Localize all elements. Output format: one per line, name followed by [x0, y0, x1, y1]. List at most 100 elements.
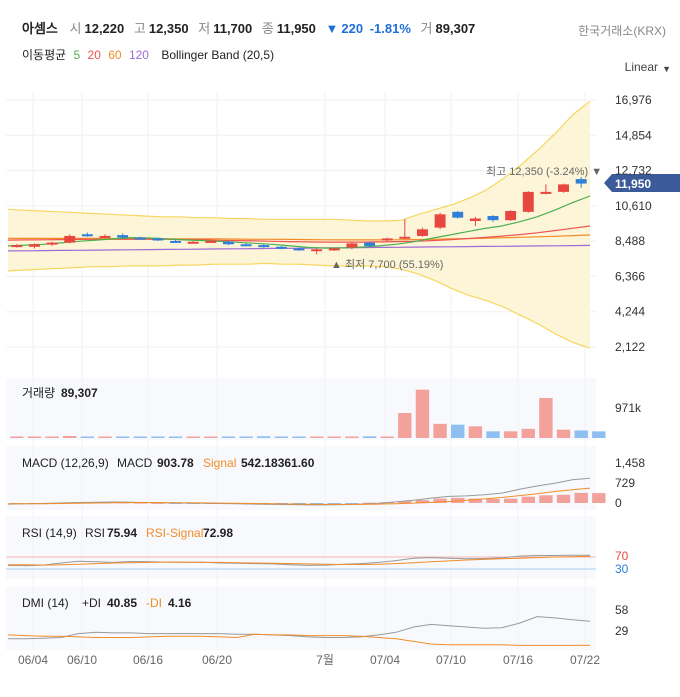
ma20-label: 20: [87, 48, 101, 62]
candle-body: [205, 240, 217, 243]
chevron-down-icon[interactable]: ▼: [662, 64, 671, 74]
volume-current: 89,307: [61, 386, 98, 400]
candle-body: [170, 240, 182, 243]
date-axis-tick: 07/16: [503, 653, 533, 667]
dmi-plus-label: +DI: [82, 596, 101, 610]
volume-bar: [186, 436, 200, 438]
candle: [434, 212, 446, 230]
volume-label: 거: [420, 21, 433, 36]
macd-hist-bar: [486, 498, 500, 503]
change-percent: -1.81%: [369, 21, 411, 36]
rsi-value: 75.94: [107, 526, 137, 540]
candle-body: [275, 246, 287, 249]
macd-hist-bar: [574, 492, 588, 503]
candle-body: [311, 249, 323, 252]
candle: [452, 211, 464, 219]
volume-bar: [204, 436, 218, 438]
candle-body: [434, 214, 446, 228]
low-annotation: ▲ 최저 7,700 (55.19%): [331, 258, 443, 271]
candle-body: [11, 245, 23, 248]
candle-body: [381, 238, 393, 241]
volume-bar: [309, 436, 324, 438]
volume-bar: [398, 413, 412, 438]
rsi-label: RSI: [85, 526, 105, 540]
macd-value: 903.78: [157, 456, 194, 470]
candle: [522, 191, 534, 213]
bollinger-label[interactable]: Bollinger Band (20,5): [161, 48, 274, 62]
price-axis-tick: 12,732: [615, 164, 652, 178]
volume-bar: [80, 436, 95, 438]
volume-axis-tick: 971k: [615, 401, 642, 415]
macd-hist-bar: [327, 503, 341, 504]
candle-body: [452, 211, 464, 218]
volume-bar: [327, 436, 341, 438]
candle-body: [258, 245, 270, 248]
candle-body: [293, 248, 305, 251]
low-value: 11,700: [213, 21, 253, 36]
price-axis-tick: 2,122: [615, 340, 645, 354]
candle-body: [117, 235, 129, 238]
volume-bar: [415, 389, 430, 438]
ma-label[interactable]: 이동평균: [22, 48, 66, 62]
scale-dropdown[interactable]: Linear: [625, 60, 658, 74]
price-axis: 16,976 14,854 12,732 10,610 8,488 6,366 4,244 2…: [615, 93, 652, 354]
candle-body: [99, 235, 111, 238]
volume-bar: [451, 424, 465, 438]
stock-chart[interactable]: 최고 12,350 (-3.24%) ▼ ▲ 최저 7,700 (55.19%)…: [0, 80, 680, 697]
volume-bar: [10, 436, 24, 438]
volume-bar: [468, 426, 483, 438]
dmi-tick-58: 58: [615, 603, 629, 617]
dmi-minus-label: -DI: [146, 596, 162, 610]
last-price-value: 11,950: [615, 177, 651, 191]
low-label: 저: [198, 21, 211, 36]
date-axis-tick: 06/10: [67, 653, 97, 667]
price-axis-tick: 4,244: [615, 305, 645, 319]
volume-bar: [380, 436, 394, 438]
volume-bar: [133, 436, 147, 438]
macd-hist-bar: [539, 495, 553, 503]
volume-bar: [98, 436, 112, 438]
candle-body: [46, 242, 58, 245]
volume-bar: [556, 429, 571, 438]
macd-hist-bar: [592, 493, 606, 503]
candle: [558, 183, 570, 193]
candle-body: [240, 244, 252, 247]
candle: [505, 210, 517, 221]
candle-body: [187, 241, 199, 244]
volume-bar: [574, 430, 588, 438]
date-axis: 06/04 06/10 06/16 06/20 7월 07/04 07/10 07/16 07/…: [18, 653, 600, 667]
macd-label: MACD: [117, 456, 153, 470]
candle-body: [469, 218, 481, 221]
volume-bar: [27, 436, 42, 438]
candle-body: [487, 216, 499, 221]
quote-summary: 아셈스 시 12,220 고 12,350 저 11,700 종 11,950 ▼ 220…: [22, 18, 481, 37]
chart-header: 아셈스 시 12,220 고 12,350 저 11,700 종 11,950 ▼ 220…: [0, 0, 680, 80]
dmi-minus-value: 4.16: [168, 596, 192, 610]
volume-bar: [221, 436, 236, 438]
high-value: 12,350: [148, 21, 189, 36]
macd-signal-label: Signal: [203, 456, 236, 470]
candle-body: [81, 234, 93, 237]
candle-body: [134, 237, 146, 240]
candle-body: [328, 248, 340, 251]
dmi-title: DMI (14): [22, 596, 69, 610]
candle-body: [64, 235, 76, 243]
high-label: 고: [133, 21, 146, 36]
volume-title: 거래량: [22, 386, 55, 400]
volume-bar: [433, 423, 447, 438]
ma120-label: 120: [128, 48, 149, 62]
ma60-label: 60: [108, 48, 122, 62]
volume-bar: [592, 431, 606, 438]
volume-bar: [151, 436, 165, 438]
stock-name[interactable]: 아셈스: [22, 21, 58, 36]
macd-hist-bar: [556, 494, 571, 503]
candle-body: [152, 238, 164, 241]
candle-body: [346, 243, 358, 248]
indicator-legend: 이동평균 5 20 60 120 Bollinger Band (20,5): [22, 46, 278, 63]
volume-bar: [274, 436, 289, 438]
candle-body: [505, 211, 517, 221]
macd-signal-value: 542.18361.60: [241, 456, 315, 470]
volume-bar: [63, 436, 77, 438]
volume-value: 89,307: [435, 21, 476, 36]
volume-bar: [486, 431, 500, 438]
